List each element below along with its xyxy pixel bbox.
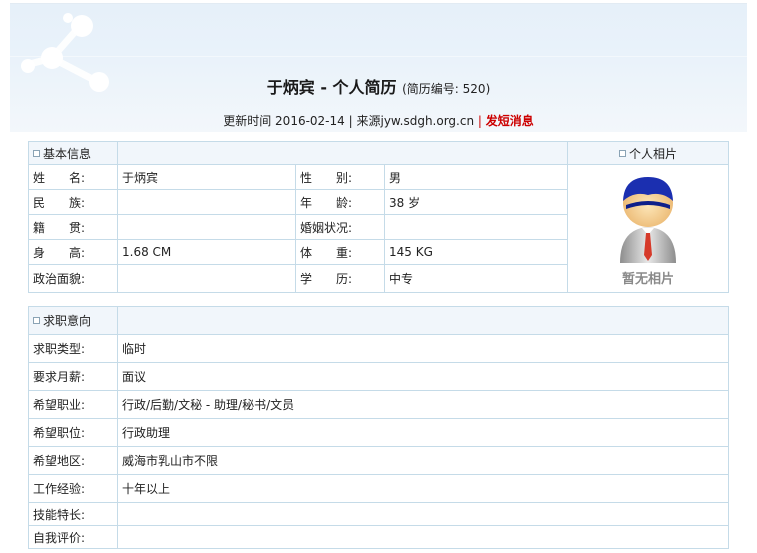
bullet-icon (33, 317, 40, 324)
table-row: 工作经验: 十年以上 (28, 474, 729, 503)
field-label: 婚姻状况: (295, 214, 385, 240)
no-photo-text: 暂无相片 (621, 271, 674, 287)
resume-number: (简历编号: 520) (402, 82, 491, 96)
field-value: 行政助理 (117, 418, 729, 447)
basic-info-header-row: 基本信息 个人相片 (28, 141, 729, 165)
field-label: 学 历: (295, 264, 385, 293)
field-value: 临时 (117, 334, 729, 363)
field-value (117, 189, 296, 215)
field-label: 性 别: (295, 164, 385, 190)
table-row: 希望职位: 行政助理 (28, 418, 729, 447)
photo-cell: 暂无相片 (567, 164, 729, 293)
bullet-icon (618, 149, 626, 157)
table-row: 希望地区: 威海市乳山市不限 (28, 446, 729, 475)
field-value: 145 KG (384, 239, 568, 265)
field-label: 籍 贯: (28, 214, 118, 240)
field-value (117, 264, 296, 293)
field-value (117, 525, 729, 549)
resume-name: 于炳宾 (266, 78, 315, 97)
table-row: 自我评价: (28, 525, 729, 549)
field-label: 希望地区: (28, 446, 118, 475)
field-value (117, 214, 296, 240)
field-value (117, 502, 729, 526)
field-value: 威海市乳山市不限 (117, 446, 729, 475)
field-value: 于炳宾 (117, 164, 296, 190)
table-row: 姓 名: 于炳宾 性 别: 男 暂无相片 (28, 164, 729, 293)
field-value: 十年以上 (117, 474, 729, 503)
left-frame-strip (0, 0, 10, 553)
source-site: jyw.sdgh.org.cn (380, 114, 475, 128)
field-label: 身 高: (28, 239, 118, 265)
field-value: 1.68 CM (117, 239, 296, 265)
table-row: 技能特长: (28, 502, 729, 526)
job-intent-header-row: 求职意向 (28, 306, 729, 335)
updated-date: 2016-02-14 (275, 114, 345, 128)
table-row: 求职类型: 临时 (28, 334, 729, 363)
field-value: 行政/后勤/文秘 - 助理/秘书/文员 (117, 390, 729, 419)
field-value: 中专 (384, 264, 568, 293)
field-label: 政治面貌: (28, 264, 118, 293)
section-title-photo: 个人相片 (567, 141, 729, 165)
field-value: 面议 (117, 362, 729, 391)
resume-header: 于炳宾 - 个人简历 (简历编号: 520) 更新时间 2016-02-14 |… (10, 3, 747, 132)
bullet-icon (33, 149, 40, 157)
resume-meta: 更新时间 2016-02-14 | 来源jyw.sdgh.org.cn | 发短… (223, 114, 534, 128)
field-value (384, 214, 568, 240)
section-title-basic: 基本信息 (28, 141, 118, 165)
table-row: 要求月薪: 面议 (28, 362, 729, 391)
field-label: 求职类型: (28, 334, 118, 363)
field-label: 工作经验: (28, 474, 118, 503)
field-value: 男 (384, 164, 568, 190)
field-label: 要求月薪: (28, 362, 118, 391)
updated-label: 更新时间 (223, 114, 272, 128)
title-suffix: - 个人简历 (314, 78, 397, 97)
field-value: 38 岁 (384, 189, 568, 215)
field-label: 技能特长: (28, 502, 118, 526)
field-label: 姓 名: (28, 164, 118, 190)
section-title-intent: 求职意向 (28, 306, 118, 335)
field-label: 体 重: (295, 239, 385, 265)
page-title: 于炳宾 - 个人简历 (简历编号: 520) (10, 74, 747, 98)
field-label: 希望职位: (28, 418, 118, 447)
source-label: 来源 (356, 114, 381, 128)
field-label: 年 龄: (295, 189, 385, 215)
send-message-link[interactable]: 发短消息 (486, 114, 534, 128)
avatar-placeholder-icon (620, 176, 676, 263)
job-intent-table: 求职意向 求职类型: 临时 要求月薪: 面议 希望职业: 行政/后勤/文秘 - … (28, 306, 729, 549)
basic-info-table: 基本信息 个人相片 姓 名: 于炳宾 性 别: 男 暂无相片 民 族: 年 龄:… (28, 141, 729, 293)
field-label: 自我评价: (28, 525, 118, 549)
field-label: 希望职业: (28, 390, 118, 419)
table-row: 希望职业: 行政/后勤/文秘 - 助理/秘书/文员 (28, 390, 729, 419)
field-label: 民 族: (28, 189, 118, 215)
